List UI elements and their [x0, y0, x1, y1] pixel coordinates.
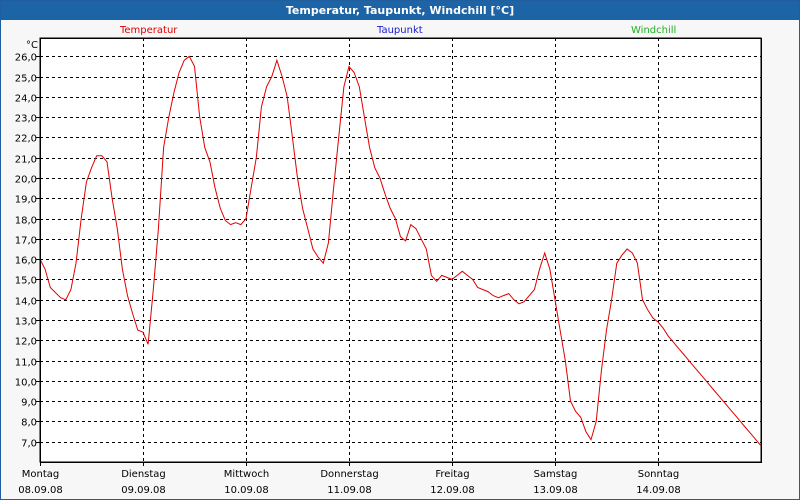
y-tick-label: 21,0: [15, 155, 37, 166]
y-tick-label: 8,0: [21, 418, 37, 429]
y-tick-label: 22,0: [15, 134, 37, 145]
x-tick-day-label: Freitag: [435, 469, 469, 480]
y-tick-label: 14,0: [15, 297, 37, 308]
x-tick-day-label: Sonntag: [638, 469, 680, 480]
y-tick-label: 19,0: [15, 195, 37, 206]
y-tick-label: 15,0: [15, 276, 37, 287]
line-chart: 26,0 25,0 24,0 23,0 22,0 21,0 20,0 19,0 18,0 17,0…: [15, 37, 762, 496]
y-unit-label: °C: [26, 40, 38, 51]
y-tick-label: 9,0: [21, 398, 37, 409]
y-tick-label: 10,0: [15, 378, 37, 389]
y-tick-label: 11,0: [15, 358, 37, 369]
plot-area: [39, 37, 762, 463]
y-tick-label: 23,0: [15, 114, 37, 125]
y-tick-label: 7,0: [21, 439, 37, 450]
y-tick-label: 24,0: [15, 94, 37, 105]
x-tick-date-label: 11.09.08: [327, 485, 372, 496]
x-tick-date-label: 12.09.08: [430, 485, 475, 496]
y-tick-label: 16,0: [15, 256, 37, 267]
x-tick-date-label: 08.09.08: [18, 485, 63, 496]
x-tick-day-label: Montag: [22, 469, 59, 480]
x-tick-date-label: 13.09.08: [533, 485, 578, 496]
y-tick-label: 25,0: [15, 74, 37, 85]
y-tick-label: 12,0: [15, 337, 37, 348]
y-tick-label: 26,0: [15, 53, 37, 64]
x-tick-date-label: 14.09.08: [636, 485, 681, 496]
y-tick-label: 13,0: [15, 317, 37, 328]
x-tick-day-label: Mittwoch: [224, 469, 269, 480]
x-tick-date-label: 10.09.08: [224, 485, 269, 496]
x-tick-day-label: Donnerstag: [320, 469, 378, 480]
x-tick-date-label: 09.09.08: [121, 485, 166, 496]
y-tick-label: 20,0: [15, 175, 37, 186]
x-tick-day-label: Samstag: [534, 469, 578, 480]
x-tick-day-label: Dienstag: [121, 469, 166, 480]
y-tick-label: 18,0: [15, 216, 37, 227]
y-tick-label: 17,0: [15, 236, 37, 247]
